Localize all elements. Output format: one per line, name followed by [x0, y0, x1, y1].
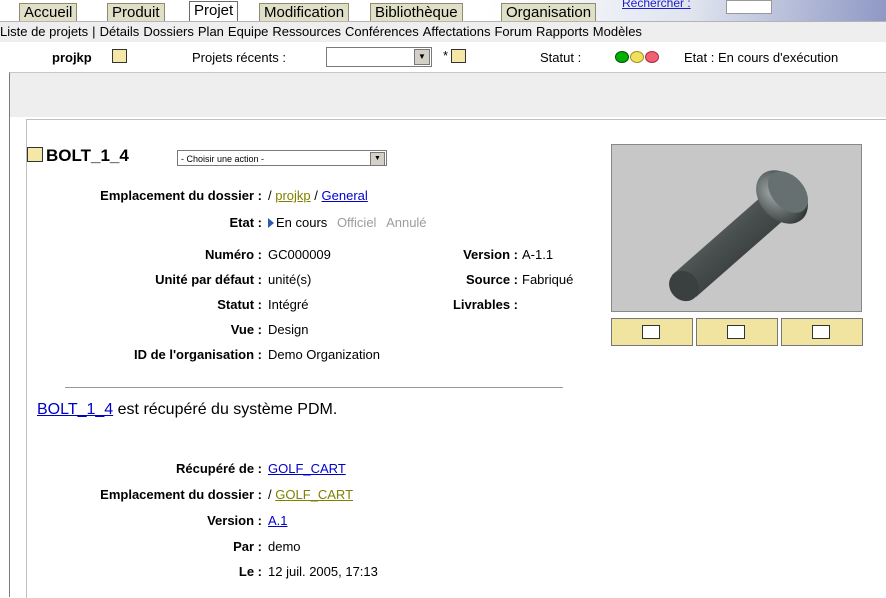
arrow-right-icon	[268, 218, 274, 228]
field-label: Source :	[465, 272, 518, 287]
nav-forum[interactable]: Forum	[494, 24, 532, 39]
nav-rapports[interactable]: Rapports	[536, 24, 589, 39]
folder-icon	[112, 49, 127, 63]
message-text: est récupéré du système PDM.	[117, 401, 338, 418]
properties-icon	[812, 325, 830, 339]
tab-accueil[interactable]: Accueil	[19, 3, 78, 21]
etat-current: En cours	[276, 215, 328, 230]
field-label: Livrables :	[452, 297, 518, 312]
status-label: Statut :	[540, 50, 582, 65]
tab-produit[interactable]: Produit	[107, 3, 165, 21]
location-label: Emplacement du dossier :	[100, 188, 262, 203]
bolt-image	[669, 170, 808, 302]
nav-dossiers[interactable]: Dossiers	[143, 24, 194, 39]
retrieved-by-value: demo	[268, 539, 301, 554]
field-value: GC000009	[268, 247, 331, 262]
nav-details[interactable]: Détails	[100, 24, 140, 39]
location-link-general[interactable]: General	[322, 188, 368, 203]
etat-cancelled: Annulé	[386, 215, 427, 230]
status-light-red	[645, 51, 659, 63]
recent-projects-label: Projets récents :	[192, 50, 286, 65]
new-folder-icon[interactable]: *	[443, 48, 466, 63]
field-label: Unité par défaut :	[155, 272, 262, 287]
nav-ressources[interactable]: Ressources	[272, 24, 341, 39]
field-label: Numéro :	[204, 247, 262, 262]
pdm-message: BOLT_1_4 est récupéré du système PDM.	[37, 401, 337, 419]
location-prefix: /	[268, 188, 272, 203]
project-name: projkp	[52, 50, 92, 65]
search-link[interactable]: Rechercher :	[622, 0, 691, 10]
retrieved-version-link[interactable]: A.1	[268, 513, 288, 528]
nav-equipe[interactable]: Equipe	[228, 24, 268, 39]
location-link-projkp[interactable]: projkp	[275, 188, 310, 203]
field-value: Demo Organization	[268, 347, 380, 362]
tab-projet[interactable]: Projet	[189, 1, 239, 22]
print-button[interactable]	[696, 318, 778, 346]
properties-button[interactable]	[781, 318, 863, 346]
field-value: Design	[268, 322, 309, 337]
retrieved-location-label: Emplacement du dossier :	[100, 487, 262, 502]
tab-organisation[interactable]: Organisation	[501, 3, 597, 21]
location-value: / projkp / General	[268, 188, 368, 203]
nav-plan[interactable]: Plan	[198, 24, 224, 39]
divider	[65, 387, 563, 388]
retrieved-version-label: Version :	[207, 513, 262, 528]
search-input[interactable]	[726, 0, 772, 14]
etat-label: Etat :	[229, 215, 263, 230]
retrieved-date-value: 12 juil. 2005, 17:13	[268, 564, 378, 579]
field-label: ID de l'organisation :	[133, 347, 262, 362]
retrieved-date-label: Le :	[238, 564, 262, 579]
location-separator: /	[314, 188, 318, 203]
project-state: Etat : En cours d'exécution	[684, 50, 839, 65]
grey-strip	[10, 73, 886, 117]
folder-icon	[451, 49, 466, 63]
print-icon	[727, 325, 745, 339]
field-value: Fabriqué	[522, 272, 574, 287]
object-title-text: BOLT_1_4	[46, 146, 129, 165]
field-label: Version :	[463, 247, 518, 262]
top-tab-bar: Accueil Produit Projet Modification Bibl…	[0, 0, 886, 22]
retrieved-location-link[interactable]: GOLF_CART	[275, 487, 353, 502]
checkout-icon	[642, 325, 660, 339]
field-value: unité(s)	[268, 272, 312, 287]
nav-separator: |	[92, 24, 96, 39]
chevron-down-icon[interactable]: ▼	[414, 49, 430, 65]
etat-official: Officiel	[336, 215, 377, 230]
status-light-green	[615, 51, 629, 63]
project-bar: projkp Projets récents : ▼ * Statut : Et…	[0, 42, 886, 72]
checkout-folder-icon	[27, 147, 43, 162]
action-select-value: - Choisir une action -	[181, 154, 265, 164]
field-label: Vue :	[230, 322, 262, 337]
field-value: Intégré	[268, 297, 309, 312]
status-light-yellow	[630, 51, 644, 63]
tab-bibliotheque[interactable]: Bibliothèque	[370, 3, 463, 21]
nav-conferences[interactable]: Conférences	[345, 24, 419, 39]
retrieved-by-label: Par :	[233, 539, 262, 554]
object-title: BOLT_1_4	[27, 146, 129, 166]
retrieved-location-value: / GOLF_CART	[268, 487, 353, 502]
field-value: A-1.1	[522, 247, 554, 262]
nav-modeles[interactable]: Modèles	[593, 24, 642, 39]
checkout-button[interactable]	[611, 318, 693, 346]
project-nav: Liste de projets | Détails Dossiers Plan Equi…	[0, 21, 886, 43]
recent-projects-select[interactable]: ▼	[326, 47, 432, 67]
chevron-down-icon[interactable]: ▼	[370, 152, 385, 166]
tab-modification[interactable]: Modification	[259, 3, 350, 21]
field-label: Statut :	[217, 297, 262, 312]
retrieved-from-link[interactable]: GOLF_CART	[268, 461, 346, 476]
location-prefix: /	[268, 487, 272, 502]
part-thumbnail[interactable]	[611, 144, 862, 312]
action-select[interactable]: - Choisir une action - ▼	[177, 150, 387, 166]
etat-values: En cours Officiel Annulé	[268, 215, 427, 230]
nav-affectations[interactable]: Affectations	[423, 24, 491, 39]
retrieved-from-label: Récupéré de :	[176, 461, 262, 476]
message-object-link[interactable]: BOLT_1_4	[37, 401, 113, 418]
nav-liste-projets[interactable]: Liste de projets	[0, 24, 88, 39]
